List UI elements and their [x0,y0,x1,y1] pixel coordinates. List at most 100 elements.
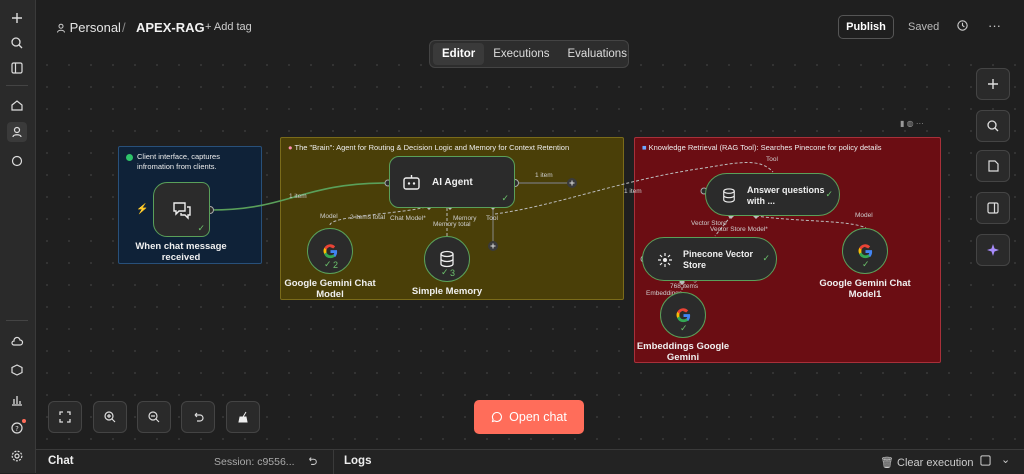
node-ai-agent[interactable]: AI Agent ✓ [389,156,515,208]
home-icon[interactable] [7,95,27,115]
port-label-chat-model: Chat Model* [390,215,426,222]
fit-view-icon [59,411,71,423]
open-chat-button[interactable]: Open chat [474,400,584,434]
sticky-toolbar-icons[interactable]: ▮ ◍ ··· [900,119,924,128]
node-label-answer: Answer questions with ... [747,185,825,206]
books-icon: ■ [642,143,647,152]
success-check-icon: ✓ [501,193,509,203]
panel-divider [333,450,334,474]
sticky-note-button[interactable] [976,150,1010,182]
fit-view-button[interactable] [48,401,82,433]
tab-evaluations[interactable]: Evaluations [559,43,636,65]
panel-button[interactable] [976,192,1010,224]
green-dot-icon [126,154,133,161]
sticky-brain-label: The "Brain": Agent for Routing & Decisio… [294,143,570,152]
broom-icon [238,411,248,423]
workflow-name[interactable]: APEX-RAG [136,20,205,35]
search-nodes-button[interactable] [976,110,1010,142]
bar-chart-icon[interactable] [7,390,27,410]
success-check-icon: ✓ [825,189,833,199]
left-sidebar: ? [0,0,36,473]
google-icon [323,243,337,258]
panel-icon [987,202,999,214]
plus-icon[interactable] [7,8,27,28]
breadcrumb-separator: / [122,20,126,35]
node-chat-trigger[interactable]: ✓ [153,182,210,237]
collapse-panel-icon[interactable]: ⌄ [1001,453,1010,466]
history-icon[interactable] [956,19,969,37]
expand-panel-icon[interactable] [980,455,991,469]
sparkle-icon [987,244,999,256]
sticky-rag-label: Knowledge Retrieval (RAG Tool): Searches… [648,143,882,152]
workspace-name: Personal [69,20,121,35]
search-icon[interactable] [7,33,27,53]
chat-panel-title[interactable]: Chat [48,455,74,467]
node-gemini-chat[interactable]: ✓ 2 [307,228,353,274]
database-icon [440,250,454,268]
brain-icon: ● [288,143,293,152]
add-tag-link[interactable]: + Add tag [205,21,252,33]
panel-toggle-icon[interactable] [7,58,27,78]
tidy-up-button[interactable] [226,401,260,433]
plus-icon [988,79,998,89]
note-icon [988,160,999,172]
view-tabs: Editor Executions Evaluations [429,40,629,68]
edge-label-2-items: 2 items total [350,214,386,221]
cloud-icon[interactable] [7,332,27,352]
settings-icon[interactable] [7,446,27,466]
node-answer-questions[interactable]: Answer questions with ... ✓ [705,173,840,216]
database-icon [723,188,735,203]
help-icon[interactable]: ? [7,418,27,438]
logs-panel-title[interactable]: Logs [344,455,371,467]
workspace-crumb[interactable]: Personal [56,20,121,35]
node-pinecone[interactable]: Pinecone Vector Store ✓ [642,237,777,281]
node-label-gemini-chat: Google Gemini Chat Model [284,278,376,300]
bottom-panel-bar: Chat Session: c9556... Logs 🗑 Clear exec… [36,449,1024,474]
saved-status: Saved [908,21,940,33]
node-label-embeddings: Embeddings Google Gemini [636,341,730,363]
sticky-client-text: Client interface, captures infromation f… [137,152,220,171]
chat-bubble-icon [491,411,503,423]
success-check-icon: ✓ [324,259,332,269]
edge-label-tool-item: 1 item [624,188,642,195]
node-gemini-chat1[interactable]: ✓ [842,228,888,274]
more-options-icon[interactable]: ··· [988,18,1001,33]
ai-assistant-button[interactable] [976,234,1010,266]
node-embeddings[interactable]: ✓ [660,292,706,338]
chat-icon [172,201,191,220]
node-label-gemini-chat1: Google Gemini Chat Model1 [819,278,911,300]
person-icon [57,23,65,33]
success-check-icon: ✓ [762,253,770,263]
user-icon[interactable] [7,122,27,142]
port-label-model: Model [320,213,338,220]
svg-text:?: ? [15,425,19,433]
zoom-out-icon [148,411,160,423]
run-count-gemini: 2 [333,260,339,270]
port-label-tool-top: Tool [766,156,778,163]
edge-label-768-items: 768 items [670,283,699,290]
zoom-out-button[interactable] [137,401,171,433]
box-icon[interactable] [7,360,27,380]
add-node-button[interactable] [976,68,1010,100]
google-icon [676,307,690,322]
success-check-icon: ✓ [197,223,205,233]
port-label-vs-model: Vector Store Model* [710,226,768,233]
clear-execution-button[interactable]: 🗑 Clear execution [880,456,973,469]
tab-editor[interactable]: Editor [433,43,485,65]
tab-executions[interactable]: Executions [484,43,558,65]
chat-bubble-icon[interactable] [7,151,27,171]
reset-session-icon[interactable] [306,455,318,470]
edge-label-1-item: 1 item [289,193,307,200]
node-label-trigger: When chat message received [135,241,227,263]
zoom-in-icon [104,411,116,423]
node-simple-memory[interactable]: ✓ 3 [424,236,470,282]
sticky-brain-text: ● The "Brain": Agent for Routing & Decis… [288,143,569,152]
publish-button[interactable]: Publish [838,15,894,39]
node-label-agent: AI Agent [432,177,473,188]
session-id: Session: c9556... [214,456,295,468]
port-label-memory: Memory [453,215,477,222]
node-label-pinecone: Pinecone Vector Store [683,249,754,270]
robot-icon [403,175,420,190]
zoom-in-button[interactable] [93,401,127,433]
undo-button[interactable] [181,401,215,433]
